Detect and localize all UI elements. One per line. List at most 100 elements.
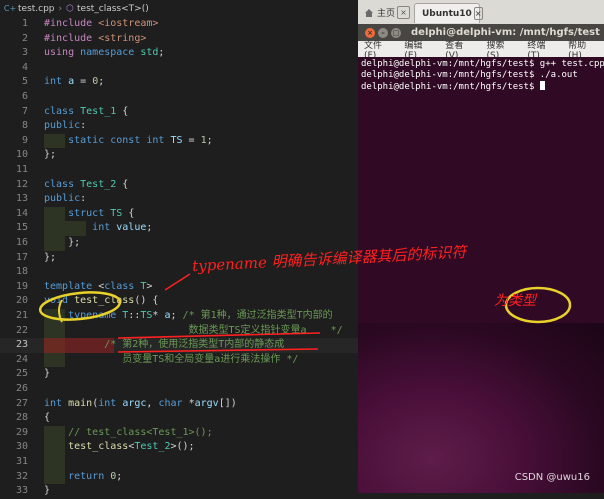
close-icon[interactable]: × [473,7,483,20]
code-line[interactable]: 29 // test_class<Test_1>(); [0,425,358,441]
terminal-output[interactable]: delphi@delphi-vm:/mnt/hgfs/test$ g++ tes… [358,57,604,323]
code-line[interactable]: 19 template <class T> [0,280,358,295]
code-text[interactable]: test_class<Test_2>(); [44,440,194,455]
code-text[interactable]: }; [44,148,56,163]
tab-home[interactable]: 主页 × [360,3,412,22]
terminal-prompt-line[interactable]: delphi@delphi-vm:/mnt/hgfs/test$ [361,81,545,93]
terminal-line: delphi@delphi-vm:/mnt/hgfs/test$ ./a.out [361,70,578,80]
code-line[interactable]: 14 struct TS { [0,206,358,222]
code-line[interactable]: 15 int value; [0,221,358,236]
terminal-menubar: 文件(F) 编辑(E) 查看(V) 搜索(S) 终端(T) 帮助(H) [358,41,604,61]
code-line[interactable]: 20 void test_class() { [0,294,358,309]
code-line[interactable]: 26 [0,382,358,397]
code-line[interactable]: 24 员变量TS和全局变量a进行乘法操作 */ [0,352,358,368]
code-line[interactable]: 9 static const int TS = 1; [0,133,358,149]
code-text[interactable]: public: [44,192,86,207]
line-number: 17 [15,251,28,263]
code-text[interactable]: { [44,411,50,426]
code-line[interactable]: 23 /* 第2种，使用泛指类型T内部的静态成 [0,338,358,353]
close-window-button[interactable]: × [365,27,375,38]
line-number: 13 [15,193,28,205]
line-number: 18 [15,266,28,278]
code-line[interactable]: 30 test_class<Test_2>(); [0,440,358,455]
code-editor[interactable]: C+ test.cpp › ⬡ test_class<T>() 1 #includ… [0,0,358,496]
line-number: 23 [15,339,28,351]
code-line[interactable]: 32 return 0; [0,469,358,485]
code-text[interactable]: 数据类型TS定义指针变量a */ [44,324,342,339]
code-text[interactable]: // test_class<Test_1>(); [44,426,213,441]
code-text[interactable]: } [44,367,50,382]
code-line[interactable]: 13 public: [0,192,358,207]
code-line[interactable]: 8 public: [0,119,358,134]
code-text[interactable]: struct TS { [44,207,134,222]
line-number: 22 [15,324,28,336]
code-text[interactable]: class Test_1 { [44,105,128,120]
line-number: 27 [15,397,28,409]
tab-ubuntu[interactable]: Ubuntu10 × [414,3,483,23]
breadcrumb-symbol[interactable]: test_class<T>() [77,4,149,14]
code-text[interactable]: using namespace std; [44,46,164,61]
code-line[interactable]: 31 [0,455,358,470]
terminal-titlebar[interactable]: × – □ delphi@delphi-vm: /mnt/hgfs/test [358,24,604,41]
line-number: 32 [15,470,28,482]
line-number: 24 [15,353,28,365]
annotation-note: 为类型 [494,293,536,309]
code-text[interactable]: /* 第2种，使用泛指类型T内部的静态成 [44,338,284,353]
line-number: 26 [15,383,28,394]
line-number: 5 [21,76,28,88]
terminal-prompt: delphi@delphi-vm:/mnt/hgfs/test$ [361,82,540,92]
maximize-window-button[interactable]: □ [391,27,401,38]
breadcrumb: C+ test.cpp › ⬡ test_class<T>() [0,0,358,17]
terminal-window[interactable]: 主页 × Ubuntu10 × × – □ delphi@delphi-vm: … [358,0,604,323]
code-line[interactable]: 4 [0,61,358,76]
terminal-line: delphi@delphi-vm:/mnt/hgfs/test$ g++ tes… [361,59,604,69]
line-number: 30 [15,441,28,453]
code-line[interactable]: 25} [0,367,358,382]
line-number: 29 [15,426,28,438]
code-text[interactable]: #include <iostream> [44,17,158,32]
code-line[interactable]: 12 class Test_2 { [0,178,358,193]
code-line[interactable]: 11 [0,163,358,178]
indent-guide [44,455,65,470]
code-text[interactable]: int a = 0; [44,75,104,90]
close-icon[interactable]: × [397,6,411,19]
tab-ubuntu-label: Ubuntu10 [422,8,472,19]
code-text[interactable]: 员变量TS和全局变量a进行乘法操作 */ [44,353,298,368]
code-text[interactable]: void test_class() { [44,294,158,309]
code-line[interactable]: 7 class Test_1 { [0,105,358,120]
code-line[interactable]: 27 int main(int argc, char *argv[]) [0,397,358,412]
breadcrumb-file[interactable]: test.cpp [18,4,55,14]
code-text[interactable]: } [44,484,50,499]
code-text[interactable]: typename T::TS* a; /* 第1种，通过泛指类型T内部的 [44,309,333,324]
line-number: 14 [15,207,28,219]
code-text[interactable]: class Test_2 { [44,178,128,193]
tab-home-label: 主页 [377,9,396,19]
code-text[interactable]: return 0; [44,470,122,485]
code-line[interactable]: 21 typename T::TS* a; /* 第1种，通过泛指类型T内部的 [0,309,358,324]
code-text[interactable]: #include <string> [44,32,146,47]
code-line[interactable]: 28 { [0,411,358,426]
code-text[interactable]: int value; [44,221,152,236]
code-text[interactable]: static const int TS = 1; [44,134,213,149]
code-text[interactable]: }; [44,236,80,251]
code-line[interactable]: 1 #include <iostream> [0,17,358,32]
line-number: 2 [21,32,28,44]
code-line[interactable]: 33} [0,484,358,499]
cpp-file-icon: C+ [3,4,17,13]
code-text[interactable]: int main(int argc, char *argv[]) [44,397,237,412]
code-line[interactable]: 3 using namespace std; [0,46,358,61]
code-line[interactable]: 10}; [0,148,358,163]
code-text[interactable]: public: [44,119,86,134]
minimize-window-button[interactable]: – [378,27,388,38]
code-line[interactable]: 5 int a = 0; [0,75,358,90]
line-number: 8 [21,120,28,132]
line-number: 1 [21,18,28,29]
code-text[interactable]: template <class T> [44,280,152,295]
code-line[interactable]: 6 [0,90,358,105]
line-number: 19 [15,280,28,292]
line-number: 4 [21,61,28,73]
code-text[interactable]: }; [44,251,56,266]
code-line[interactable]: 2 #include <string> [0,32,358,47]
line-number: 25 [15,368,28,380]
code-line[interactable]: 22 数据类型TS定义指针变量a */ [0,323,358,339]
